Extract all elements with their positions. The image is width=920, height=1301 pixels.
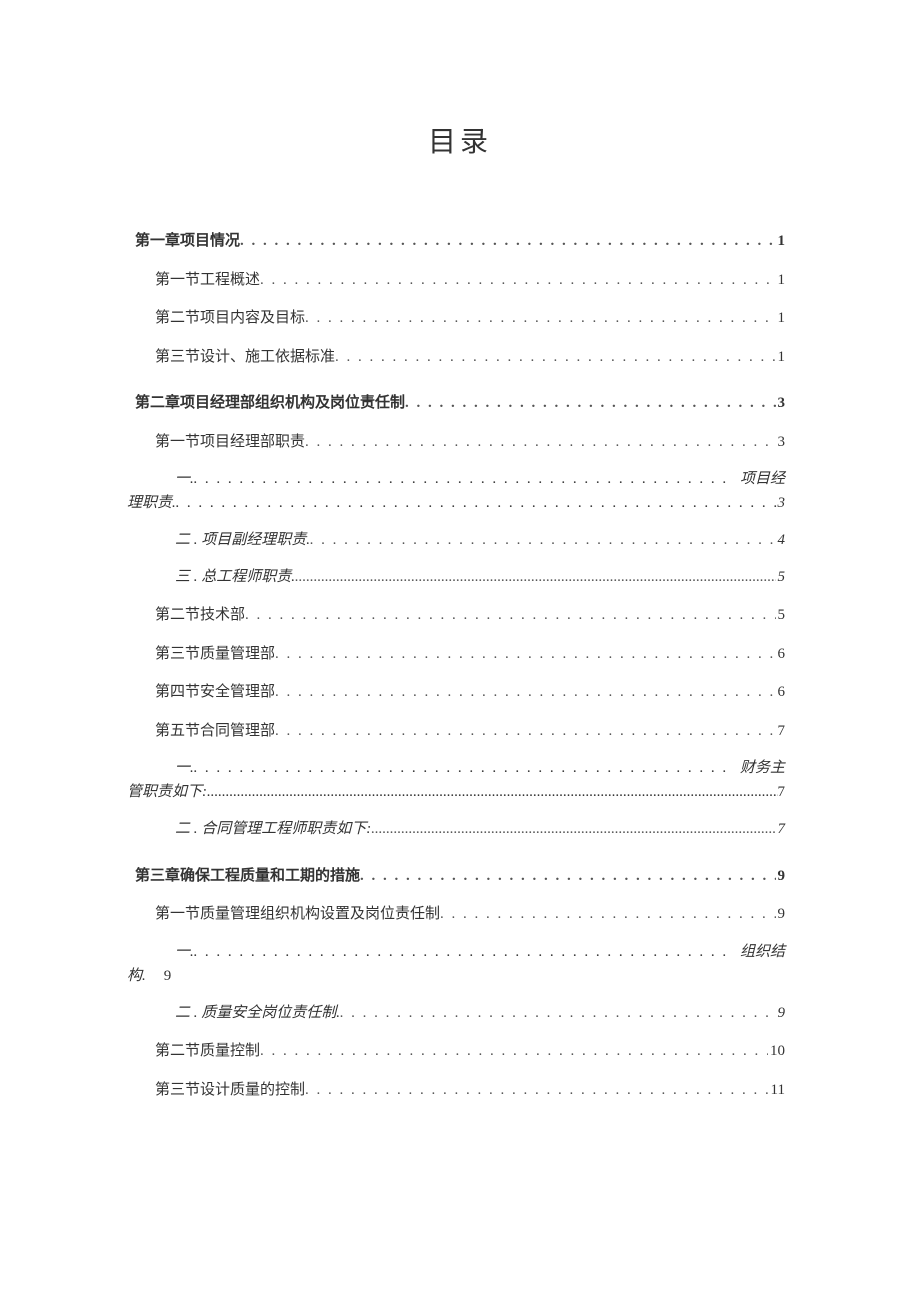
toc-section-2-1: 第一节项目经理部职责 3 xyxy=(155,431,785,454)
toc-label: 第三节设计质量的控制 xyxy=(155,1079,305,1102)
toc-leader xyxy=(275,643,775,666)
toc-section-3-3: 第三节设计质量的控制 11 xyxy=(155,1079,785,1102)
toc-trail: 组织结 xyxy=(732,940,785,964)
toc-leader xyxy=(440,903,775,926)
toc-page: 1 xyxy=(776,230,786,253)
toc-label-cont: 构. xyxy=(127,964,146,988)
toc-leader xyxy=(260,269,775,292)
toc-leader xyxy=(371,818,775,841)
toc-page: 11 xyxy=(769,1079,785,1102)
toc-label: 第五节合同管理部 xyxy=(155,720,275,743)
toc-section-2-2: 第二节技术部 5 xyxy=(155,604,785,627)
toc-leader xyxy=(207,780,778,804)
toc-page: 5 xyxy=(776,604,786,627)
toc-label: 第三节设计、施工依据标准 xyxy=(155,346,335,369)
toc-section-2-4: 第四节安全管理部 6 xyxy=(155,681,785,704)
toc-section-2-5: 第五节合同管理部 7 xyxy=(155,720,785,743)
toc-label: 第一节工程概述 xyxy=(155,269,260,292)
toc-leader xyxy=(245,604,775,627)
toc-leader xyxy=(275,681,775,704)
toc-label: 第一节项目经理部职责 xyxy=(155,431,305,454)
toc-page: 9 xyxy=(776,903,786,926)
toc-section-3-2: 第二节质量控制 10 xyxy=(155,1040,785,1063)
toc-page: 3 xyxy=(776,431,786,454)
toc-label: 一. xyxy=(175,756,194,780)
toc-label: 第三章确保工程质量和工期的措施 xyxy=(135,865,360,888)
toc-page: 1 xyxy=(776,346,786,369)
toc-leader xyxy=(194,940,732,964)
toc-leader xyxy=(295,566,775,589)
toc-leader xyxy=(194,756,732,780)
toc-leader xyxy=(405,392,775,415)
toc-section-1-1: 第一节工程概述 1 xyxy=(155,269,785,292)
toc-label: 第三节质量管理部 xyxy=(155,643,275,666)
toc-page: 6 xyxy=(776,643,786,666)
toc-page: 1 xyxy=(776,269,786,292)
toc-label: 一. xyxy=(175,940,194,964)
toc-item-2-1-2: 二 . 项目副经理职责. 4 xyxy=(175,529,785,552)
toc-page: 5 xyxy=(776,566,786,589)
toc-label: 第二节项目内容及目标 xyxy=(155,307,305,330)
toc-label: 第二节技术部 xyxy=(155,604,245,627)
toc-section-2-3: 第三节质量管理部 6 xyxy=(155,643,785,666)
toc-chapter-1: 第一章项目情况 1 xyxy=(135,230,785,253)
toc-label: 第四节安全管理部 xyxy=(155,681,275,704)
toc-item-2-1-3: 三 . 总工程师职责. 5 xyxy=(175,566,785,589)
toc-leader xyxy=(360,865,775,888)
toc-page: 9 xyxy=(776,1002,786,1025)
toc-page: 10 xyxy=(768,1040,785,1063)
toc-page: 6 xyxy=(776,681,786,704)
toc-trail: 项目经 xyxy=(732,467,785,491)
toc-item-3-1-2: 二 . 质量安全岗位责任制. 9 xyxy=(175,1002,785,1025)
toc-leader xyxy=(275,720,775,743)
toc-page: 9 xyxy=(164,964,172,988)
toc-page: 1 xyxy=(776,307,786,330)
toc-page: 7 xyxy=(776,818,786,841)
toc-label: 第二节质量控制 xyxy=(155,1040,260,1063)
toc-label-cont: 理职责. xyxy=(127,491,176,515)
toc-chapter-3: 第三章确保工程质量和工期的措施 9 xyxy=(135,865,785,888)
toc-label: 二 . 合同管理工程师职责如下: xyxy=(175,818,371,841)
toc-leader xyxy=(335,346,775,369)
toc-page: 9 xyxy=(776,865,786,888)
toc-leader xyxy=(194,467,732,491)
toc-label: 二 . 质量安全岗位责任制. xyxy=(175,1002,340,1025)
toc-label-cont: 管职责如下: xyxy=(127,780,207,804)
page-title: 目录 xyxy=(135,120,785,160)
toc-item-2-5-2: 二 . 合同管理工程师职责如下: 7 xyxy=(175,818,785,841)
toc-page: 7 xyxy=(776,720,786,743)
toc-page: 7 xyxy=(778,780,786,804)
toc-item-2-5-1: 一. 财务主 管职责如下: 7 xyxy=(135,756,785,804)
toc-label: 第一章项目情况 xyxy=(135,230,240,253)
table-of-contents: 第一章项目情况 1 第一节工程概述 1 第二节项目内容及目标 1 第三节设计、施… xyxy=(135,230,785,1101)
toc-leader xyxy=(305,1079,769,1102)
toc-label: 第一节质量管理组织机构设置及岗位责任制 xyxy=(155,903,440,926)
toc-leader xyxy=(310,529,775,552)
toc-section-3-1: 第一节质量管理组织机构设置及岗位责任制 9 xyxy=(155,903,785,926)
toc-label: 三 . 总工程师职责. xyxy=(175,566,295,589)
toc-item-2-1-1: 一. 项目经 理职责. 3 xyxy=(135,467,785,515)
toc-page: 3 xyxy=(776,392,786,415)
toc-page: 3 xyxy=(778,491,786,515)
toc-leader xyxy=(260,1040,768,1063)
toc-section-1-3: 第三节设计、施工依据标准 1 xyxy=(155,346,785,369)
toc-item-3-1-1: 一. 组织结 构. 9 xyxy=(135,940,785,988)
toc-label: 二 . 项目副经理职责. xyxy=(175,529,310,552)
toc-leader xyxy=(305,307,775,330)
toc-label: 一. xyxy=(175,467,194,491)
toc-trail: 财务主 xyxy=(732,756,785,780)
toc-leader xyxy=(305,431,775,454)
toc-leader xyxy=(340,1002,775,1025)
toc-leader xyxy=(176,491,778,515)
toc-page: 4 xyxy=(776,529,786,552)
toc-label: 第二章项目经理部组织机构及岗位责任制 xyxy=(135,392,405,415)
toc-section-1-2: 第二节项目内容及目标 1 xyxy=(155,307,785,330)
toc-chapter-2: 第二章项目经理部组织机构及岗位责任制 3 xyxy=(135,392,785,415)
toc-leader xyxy=(240,230,775,253)
